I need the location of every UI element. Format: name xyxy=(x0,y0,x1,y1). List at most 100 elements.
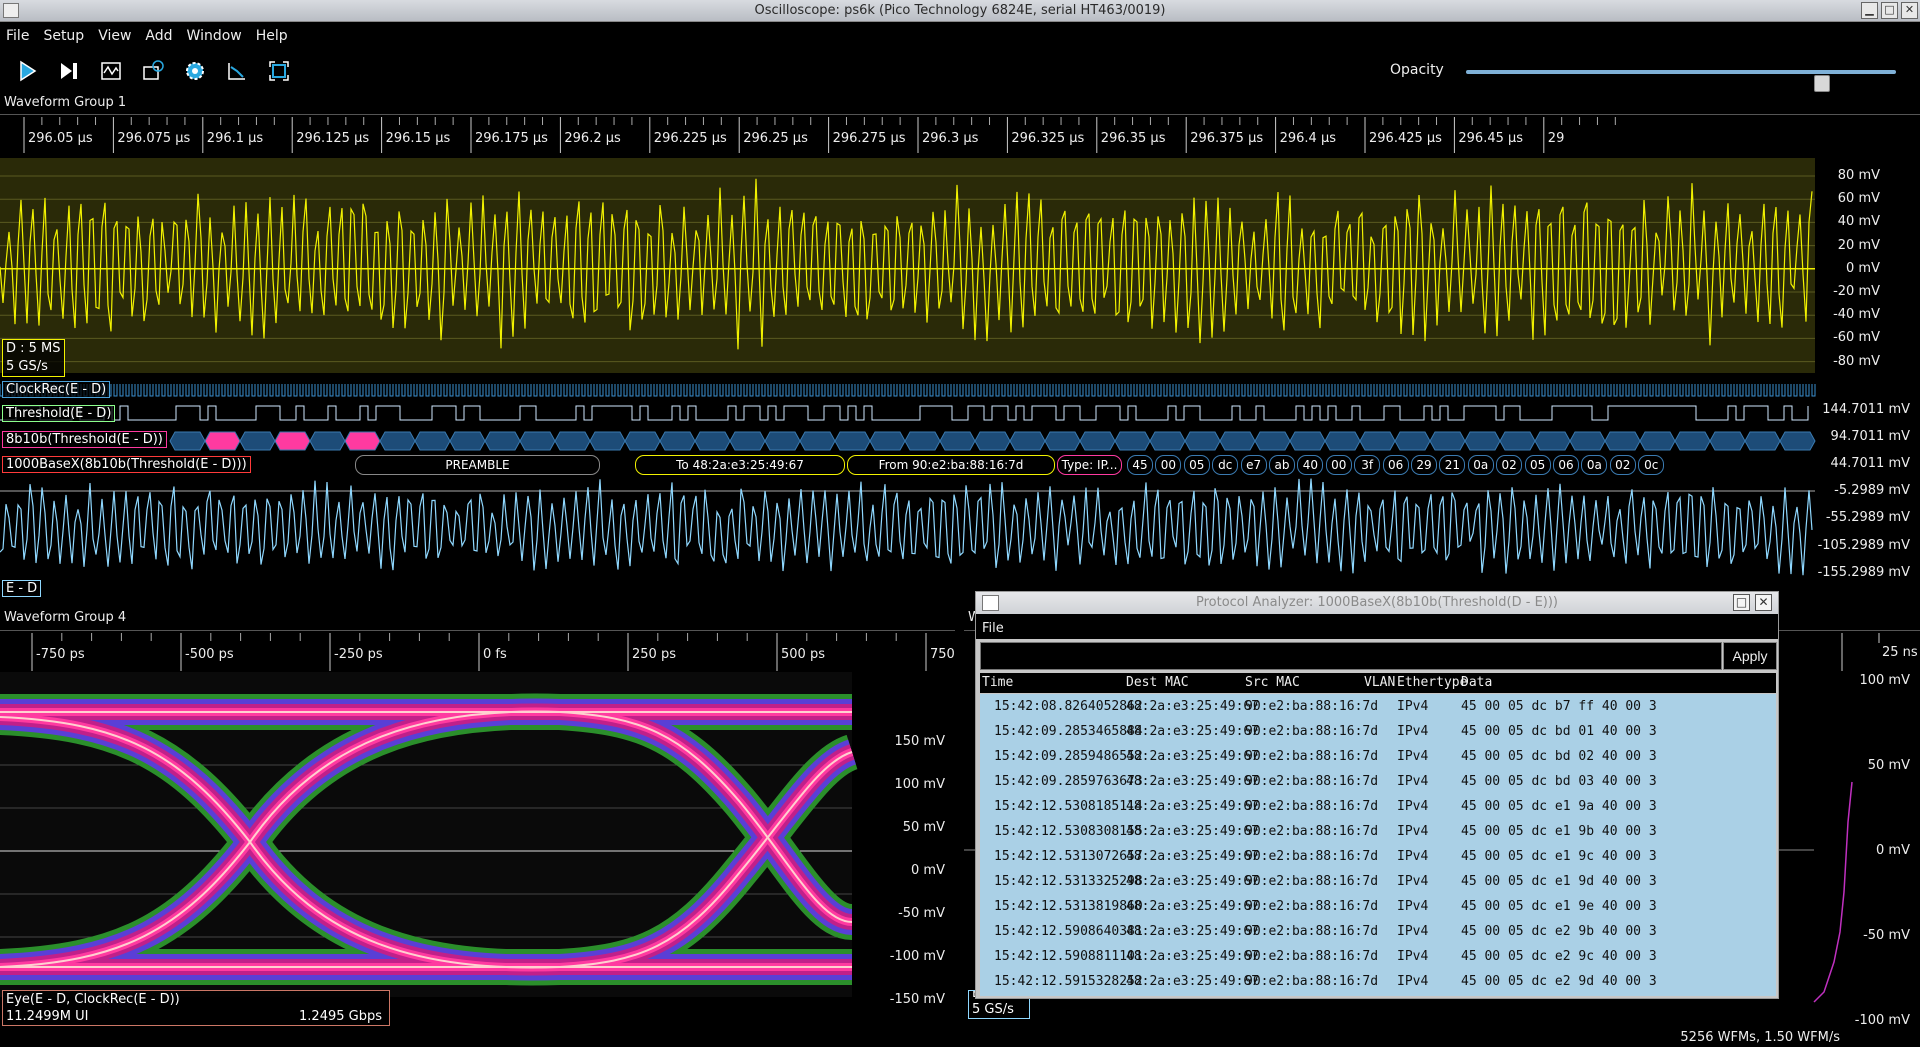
table-cell: 90:e2:ba:88:16:7d xyxy=(1245,824,1379,839)
decode-byte[interactable]: 45 xyxy=(1127,455,1153,475)
eye-axis-label: 150 mV xyxy=(894,734,945,749)
decode-ethertype[interactable]: Type: IP... xyxy=(1057,455,1122,475)
group4-time-ruler[interactable]: -750 ps -500 ps -250 ps 0 fs 250 ps 500 ps 750 xyxy=(0,630,955,672)
fullscreen-icon[interactable] xyxy=(264,56,294,86)
decode-byte[interactable]: 02 xyxy=(1496,455,1523,475)
8b10b-symbol xyxy=(589,431,626,451)
decode-dest-mac[interactable]: To 48:2a:e3:25:49:67 xyxy=(635,455,845,475)
menu-window[interactable]: Window xyxy=(187,28,242,44)
b8b10-label[interactable]: 8b10b(Threshold(E - D)) xyxy=(2,431,167,448)
g1-tick-label: 296.425 µs xyxy=(1369,131,1442,146)
decode-byte[interactable]: 0a xyxy=(1467,455,1494,475)
table-row[interactable]: 15:42:12.5908811101 48:2a:e3:25:49:67 90:e… xyxy=(980,944,1776,969)
decode-byte[interactable]: 40 xyxy=(1297,455,1324,475)
col-dest-mac[interactable]: Dest MAC xyxy=(1126,673,1189,693)
menu-view[interactable]: View xyxy=(98,28,131,44)
opacity-slider-handle[interactable] xyxy=(1814,75,1831,92)
decode-byte[interactable]: dc xyxy=(1212,455,1239,475)
pa-window-menu-icon[interactable] xyxy=(982,595,999,611)
decode-byte[interactable]: 05 xyxy=(1524,455,1551,475)
opacity-slider[interactable] xyxy=(1466,70,1896,92)
table-row[interactable]: 15:42:12.5908640381 48:2a:e3:25:49:67 90:e… xyxy=(980,919,1776,944)
pa-close-icon[interactable]: ✕ xyxy=(1755,594,1772,611)
y-axis-label-top: -40 mV xyxy=(1833,307,1880,323)
table-row[interactable]: 15:42:12.5308308155 48:2a:e3:25:49:67 90:e… xyxy=(980,819,1776,844)
8b10b-symbol xyxy=(1044,431,1081,451)
channel-d-rate: 5 GS/s xyxy=(6,359,48,374)
close-icon[interactable]: ✕ xyxy=(1901,2,1918,19)
oscilloscope-app: Oscilloscope: ps6k (Pico Technology 6824… xyxy=(0,0,1920,1047)
col-src-mac[interactable]: Src MAC xyxy=(1245,673,1300,693)
window-menu-icon[interactable] xyxy=(3,3,19,18)
add-channel-icon[interactable] xyxy=(138,56,168,86)
table-row[interactable]: 15:42:12.5313819860 48:2a:e3:25:49:67 90:e… xyxy=(980,894,1776,919)
decode-byte[interactable]: 00 xyxy=(1325,455,1352,475)
decode-byte[interactable]: 06 xyxy=(1382,455,1409,475)
col-ethertype[interactable]: Ethertype xyxy=(1397,673,1467,693)
g1-tick-label: 296.375 µs xyxy=(1190,131,1264,146)
clockrec-label[interactable]: ClockRec(E - D) xyxy=(2,381,111,398)
measure-icon[interactable] xyxy=(222,56,252,86)
table-row[interactable]: 15:42:09.2853465884 48:2a:e3:25:49:67 90:e… xyxy=(980,719,1776,744)
decode-byte[interactable]: 29 xyxy=(1411,455,1437,475)
pa-apply-button[interactable]: Apply xyxy=(1723,642,1777,670)
table-row[interactable]: 15:42:12.5308185114 48:2a:e3:25:49:67 90:e… xyxy=(980,794,1776,819)
table-row[interactable]: 15:42:12.5313072657 48:2a:e3:25:49:67 90:e… xyxy=(980,844,1776,869)
minimize-icon[interactable]: ▁ xyxy=(1861,2,1878,19)
channel-e-trace xyxy=(0,478,1813,576)
play-icon[interactable] xyxy=(12,56,42,86)
channel-e-label[interactable]: E - D xyxy=(2,580,42,597)
decode-byte[interactable]: 0a xyxy=(1581,455,1608,475)
single-step-icon[interactable] xyxy=(54,56,84,86)
8b10b-symbol xyxy=(1779,431,1816,451)
maximize-icon[interactable]: □ xyxy=(1881,2,1898,19)
pa-filter-input[interactable] xyxy=(980,642,1722,670)
decode-byte[interactable]: 02 xyxy=(1609,455,1636,475)
col-vlan[interactable]: VLAN xyxy=(1364,673,1395,693)
window-title: Oscilloscope: ps6k (Pico Technology 6824… xyxy=(754,3,1166,18)
g1-tick-label: 296.125 µs xyxy=(296,131,370,146)
decode-byte[interactable]: 06 xyxy=(1553,455,1579,475)
decode-byte[interactable]: 05 xyxy=(1183,455,1210,475)
pa-table-body[interactable]: 15:42:08.8264052862 48:2a:e3:25:49:67 90:e… xyxy=(980,694,1776,996)
8b10b-symbol xyxy=(274,431,311,451)
menu-add[interactable]: Add xyxy=(145,28,172,44)
decode-preamble[interactable]: PREAMBLE xyxy=(355,455,600,475)
col-data[interactable]: Data xyxy=(1461,673,1492,693)
pa-menu-file[interactable]: File xyxy=(982,621,1004,636)
basex-label[interactable]: 1000BaseX(8b10b(Threshold(E - D))) xyxy=(2,456,251,473)
g4-tick-label: -750 ps xyxy=(36,647,85,662)
menu-setup[interactable]: Setup xyxy=(43,28,84,44)
protocol-analyzer-titlebar[interactable]: Protocol Analyzer: 1000BaseX(8b10b(Thres… xyxy=(976,592,1778,614)
eye-channel-label[interactable]: Eye(E - D, ClockRec(E - D)) 11.2499M UI 1… xyxy=(2,990,390,1026)
y-axis-label-top: 20 mV xyxy=(1837,237,1880,253)
decode-byte[interactable]: e7 xyxy=(1240,455,1267,475)
group1-time-ruler[interactable]: 296.05 µs 296.075 µs 296.1 µs 296.125 µs 296… xyxy=(0,114,1920,158)
table-cell: 90:e2:ba:88:16:7d xyxy=(1245,874,1379,889)
waveform-icon[interactable] xyxy=(96,56,126,86)
threshold-label[interactable]: Threshold(E - D) xyxy=(2,405,116,422)
table-row[interactable]: 15:42:09.2859763673 48:2a:e3:25:49:67 90:e… xyxy=(980,769,1776,794)
group1-plot[interactable]: 80 mV 60 mV 40 mV 20 mV 0 mV -20 mV -40 mV -60 … xyxy=(0,158,1920,603)
pa-maximize-icon[interactable]: □ xyxy=(1733,594,1750,611)
menu-file[interactable]: File xyxy=(6,28,29,44)
decode-byte[interactable]: 3f xyxy=(1354,455,1381,475)
table-cell: 45 00 05 dc e2 9d 40 00 3 xyxy=(1461,974,1657,989)
table-cell: 15:42:12.5308185114 xyxy=(994,799,1143,814)
table-cell: IPv4 xyxy=(1397,799,1429,814)
decode-byte[interactable]: ab xyxy=(1269,455,1295,475)
decode-src-mac[interactable]: From 90:e2:ba:88:16:7d xyxy=(847,455,1055,475)
table-row[interactable]: 15:42:08.8264052862 48:2a:e3:25:49:67 90:e… xyxy=(980,694,1776,719)
menu-help[interactable]: Help xyxy=(256,28,288,44)
decode-byte[interactable]: 0c xyxy=(1638,455,1665,475)
table-row[interactable]: 15:42:12.5915328252 48:2a:e3:25:49:67 90:e… xyxy=(980,969,1776,994)
eye-diagram-plot[interactable]: 150 mV 100 mV 50 mV 0 mV -50 mV -100 mV -150 m… xyxy=(0,672,955,1030)
decode-byte[interactable]: 21 xyxy=(1439,455,1466,475)
table-cell: 90:e2:ba:88:16:7d xyxy=(1245,849,1379,864)
table-row[interactable]: 15:42:12.5313325298 48:2a:e3:25:49:67 90:e… xyxy=(980,869,1776,894)
channel-d-label[interactable]: D : 5 MS 5 GS/s xyxy=(2,339,65,377)
settings-icon[interactable] xyxy=(180,56,210,86)
table-row[interactable]: 15:42:09.2859486552 48:2a:e3:25:49:67 90:e… xyxy=(980,744,1776,769)
decode-byte[interactable]: 00 xyxy=(1155,455,1182,475)
col-time[interactable]: Time xyxy=(982,673,1013,693)
